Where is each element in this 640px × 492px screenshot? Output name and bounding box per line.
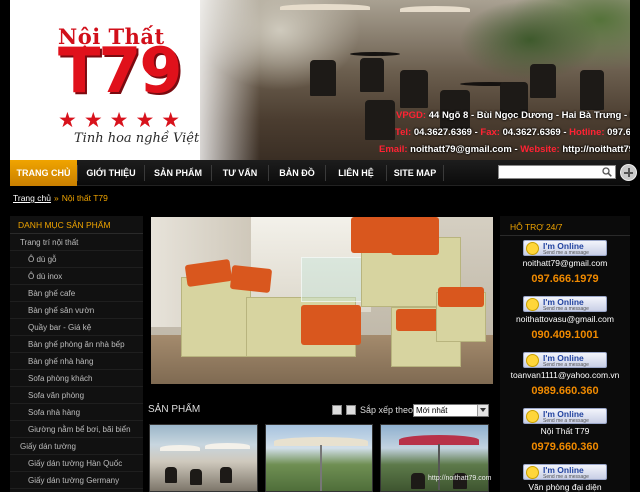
nav-item-contact[interactable]: LIÊN HỆ	[326, 160, 386, 186]
nav-item-sitemap[interactable]: SITE MAP	[387, 160, 443, 186]
product-thumbnail[interactable]	[149, 424, 258, 492]
product-thumbnail[interactable]	[265, 424, 373, 492]
category-item[interactable]: Ô dù gỗ	[10, 251, 143, 268]
support-contact-name: Nội Thất T79	[540, 426, 590, 436]
breadcrumb-separator: »	[53, 193, 59, 203]
support-contact: I'm Online Send me a message Nội Thất T79 0…	[500, 408, 630, 455]
five-stars-icon: ★★★★★	[58, 109, 188, 132]
support-contact-name: toanvan1111@yahoo.com.vn	[510, 370, 620, 380]
support-contact: I'm Online Send me a message noithattovasu…	[500, 296, 630, 343]
yahoo-online-status-button[interactable]: I'm Online Send me a message	[523, 296, 607, 312]
search-submit-button[interactable]	[620, 164, 637, 181]
search-icon	[602, 167, 612, 177]
category-item[interactable]: Giấy dán tường	[10, 438, 143, 455]
yahoo-online-status-button[interactable]: I'm Online Send me a message	[523, 352, 607, 368]
site-header: Nội Thất T79 ★★★★★ Tinh hoa nghề Việt VP…	[10, 0, 630, 160]
category-item[interactable]: Bàn ghế phòng ăn nhà bếp	[10, 336, 143, 353]
header-email-website: Email: noithatt79@gmail.com - Website: h…	[379, 144, 630, 155]
support-contact-phone: 090.409.1001	[531, 329, 599, 341]
im-status-sublabel: Send me a message	[543, 250, 589, 256]
thumbnail-watermark: http://noithatt79.com	[428, 475, 492, 482]
category-sidebar: DANH MỤC SẢN PHẨM Trang trí nội thất Ô dù…	[10, 216, 143, 492]
support-contact-name: Văn phòng đại diện	[528, 482, 602, 492]
support-contact-phone: 0989.660.360	[531, 385, 599, 397]
category-list: Trang trí nội thất Ô dù gỗ Ô dù inox Bàn gh…	[10, 234, 143, 492]
nav-item-products[interactable]: SẢN PHẨM	[145, 160, 211, 186]
yahoo-online-status-button[interactable]: I'm Online Send me a message	[523, 464, 607, 480]
header-address: VPGD: 44 Ngõ 8 - Bùi Ngọc Dương - Hai Bà…	[396, 110, 630, 121]
nav-item-map[interactable]: BẢN ĐỒ	[269, 160, 325, 186]
support-panel: HỖ TRỢ 24/7 I'm Online Send me a message n…	[500, 216, 630, 492]
category-item[interactable]: Giấy dán tường Hàn Quốc	[10, 455, 143, 472]
list-view-icon[interactable]	[346, 405, 356, 415]
smiley-icon	[526, 410, 539, 423]
products-toolbar: SẢN PHẨM Sắp xếp theo: Mới nhất	[148, 401, 494, 419]
category-item[interactable]: Giấy dán tường Germany	[10, 472, 143, 489]
support-contact-phone: 097.666.1979	[531, 273, 599, 285]
category-sidebar-title: DANH MỤC SẢN PHẨM	[10, 216, 143, 234]
category-item[interactable]: Bàn ghế sân vườn	[10, 302, 143, 319]
nav-item-about[interactable]: GIỚI THIỆU	[78, 160, 144, 186]
im-status-sublabel: Send me a message	[543, 362, 589, 368]
smiley-icon	[526, 466, 539, 479]
products-title: SẢN PHẨM	[148, 404, 201, 415]
search-input[interactable]	[498, 165, 616, 179]
support-contact: I'm Online Send me a message noithatt79@gm…	[500, 240, 630, 287]
featured-banner-image[interactable]	[151, 217, 493, 384]
breadcrumb-current: Nội thất T79	[61, 193, 108, 203]
breadcrumb-home-link[interactable]: Trang chủ	[13, 193, 51, 203]
category-item[interactable]: Ô dù inox	[10, 268, 143, 285]
smiley-icon	[526, 298, 539, 311]
im-status-sublabel: Send me a message	[543, 306, 589, 312]
sort-label: Sắp xếp theo:	[360, 405, 416, 415]
yahoo-online-status-button[interactable]: I'm Online Send me a message	[523, 408, 607, 424]
support-contact-name: noithatt79@gmail.com	[522, 258, 608, 268]
grid-view-icon[interactable]	[332, 405, 342, 415]
smiley-icon	[526, 354, 539, 367]
support-title: HỖ TRỢ 24/7	[500, 216, 630, 236]
category-item[interactable]: Giường nằm bể bơi, bãi biển	[10, 421, 143, 438]
category-item[interactable]: Trang trí nội thất	[10, 234, 143, 251]
im-status-sublabel: Send me a message	[543, 418, 589, 424]
support-contact: I'm Online Send me a message toanvan1111@y…	[500, 352, 630, 399]
yahoo-online-status-button[interactable]: I'm Online Send me a message	[523, 240, 607, 256]
breadcrumb: Trang chủ» Nội thất T79	[13, 193, 108, 203]
brand-slogan: Tinh hoa nghề Việt	[74, 131, 200, 146]
chevron-down-icon	[477, 405, 488, 416]
category-item[interactable]: Bàn ghế cafe	[10, 285, 143, 302]
support-contact-phone: 0979.660.360	[531, 441, 599, 453]
nav-item-consulting[interactable]: TƯ VẤN	[212, 160, 268, 186]
category-item[interactable]: Sofa văn phòng	[10, 387, 143, 404]
header-phones: Tel: 04.3627.6369 - Fax: 04.3627.6369 - …	[395, 127, 630, 138]
im-status-sublabel: Send me a message	[543, 474, 589, 480]
category-item[interactable]: Sofa nhà hàng	[10, 404, 143, 421]
main-nav: TRANG CHỦ GIỚI THIỆU SẢN PHẨM TƯ VẤN BẢN…	[10, 160, 637, 186]
smiley-icon	[526, 242, 539, 255]
sort-select[interactable]: Mới nhất	[413, 404, 489, 417]
category-item[interactable]: Sofa phòng khách	[10, 370, 143, 387]
support-contact: I'm Online Send me a message Văn phòng đại…	[500, 464, 630, 492]
support-contact-name: noithattovasu@gmail.com	[516, 314, 614, 324]
brand-logo-t79[interactable]: T79	[58, 40, 183, 102]
category-item[interactable]: Quầy bar - Giá kệ	[10, 319, 143, 336]
nav-item-home[interactable]: TRANG CHỦ	[10, 160, 77, 186]
category-item[interactable]: Bàn ghế nhà hàng	[10, 353, 143, 370]
sort-select-value: Mới nhất	[416, 406, 448, 415]
